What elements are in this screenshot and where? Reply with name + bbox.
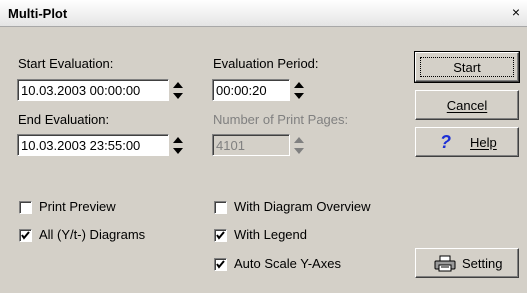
spin-down-icon[interactable]	[172, 90, 184, 101]
evaluation-period-field[interactable]: 00:00:20	[212, 79, 290, 101]
help-button-label: Help	[470, 135, 497, 150]
title-bar: Multi-Plot ×	[0, 0, 527, 27]
spin-up-icon[interactable]	[172, 134, 184, 145]
setting-button[interactable]: Setting	[415, 248, 519, 278]
evaluation-period-label: Evaluation Period:	[213, 56, 319, 71]
all-diagrams-checkbox[interactable]	[19, 229, 32, 242]
end-evaluation-value: 10.03.2003 23:55:00	[21, 138, 141, 153]
checkmark-icon	[216, 260, 225, 269]
window-title: Multi-Plot	[8, 6, 68, 21]
end-evaluation-spinner[interactable]	[172, 134, 184, 156]
start-evaluation-label: Start Evaluation:	[18, 56, 114, 71]
auto-scale-checkbox[interactable]	[214, 258, 227, 271]
help-icon: ?	[440, 132, 451, 152]
print-pages-value: 4101	[216, 138, 245, 153]
start-button[interactable]: Start	[414, 51, 520, 83]
close-icon[interactable]: ×	[509, 5, 523, 19]
print-pages-field: 4101	[212, 134, 290, 156]
checkmark-icon	[216, 231, 225, 240]
spin-up-icon[interactable]	[172, 79, 184, 90]
multi-plot-dialog: Multi-Plot × Start Evaluation: 10.03.200…	[0, 0, 527, 293]
diagram-overview-label: With Diagram Overview	[234, 199, 371, 214]
help-button[interactable]: ? Help	[415, 127, 519, 157]
with-legend-label: With Legend	[234, 227, 307, 242]
cancel-button[interactable]: Cancel	[415, 90, 519, 120]
diagram-overview-checkbox[interactable]	[214, 201, 227, 214]
print-pages-label: Number of Print Pages:	[213, 112, 349, 127]
start-evaluation-value: 10.03.2003 00:00:00	[21, 83, 141, 98]
all-diagrams-label: All (Y/t-) Diagrams	[39, 227, 146, 242]
setting-button-label: Setting	[462, 256, 503, 271]
end-evaluation-label: End Evaluation:	[18, 112, 110, 127]
spin-up-icon	[293, 134, 305, 145]
printer-icon	[434, 255, 456, 275]
print-preview-label: Print Preview	[39, 199, 116, 214]
start-evaluation-spinner[interactable]	[172, 79, 184, 101]
spin-down-icon[interactable]	[172, 145, 184, 156]
start-evaluation-field[interactable]: 10.03.2003 00:00:00	[17, 79, 169, 101]
evaluation-period-spinner[interactable]	[293, 79, 305, 101]
evaluation-period-value: 00:00:20	[216, 83, 267, 98]
auto-scale-label: Auto Scale Y-Axes	[234, 256, 341, 271]
cancel-button-label: Cancel	[446, 97, 488, 113]
spin-up-icon[interactable]	[293, 79, 305, 90]
end-evaluation-field[interactable]: 10.03.2003 23:55:00	[17, 134, 169, 156]
checkmark-icon	[21, 231, 30, 240]
spin-down-icon[interactable]	[293, 90, 305, 101]
with-legend-checkbox[interactable]	[214, 229, 227, 242]
print-pages-spinner	[293, 134, 305, 156]
spin-down-icon	[293, 145, 305, 156]
print-preview-checkbox[interactable]	[19, 201, 32, 214]
